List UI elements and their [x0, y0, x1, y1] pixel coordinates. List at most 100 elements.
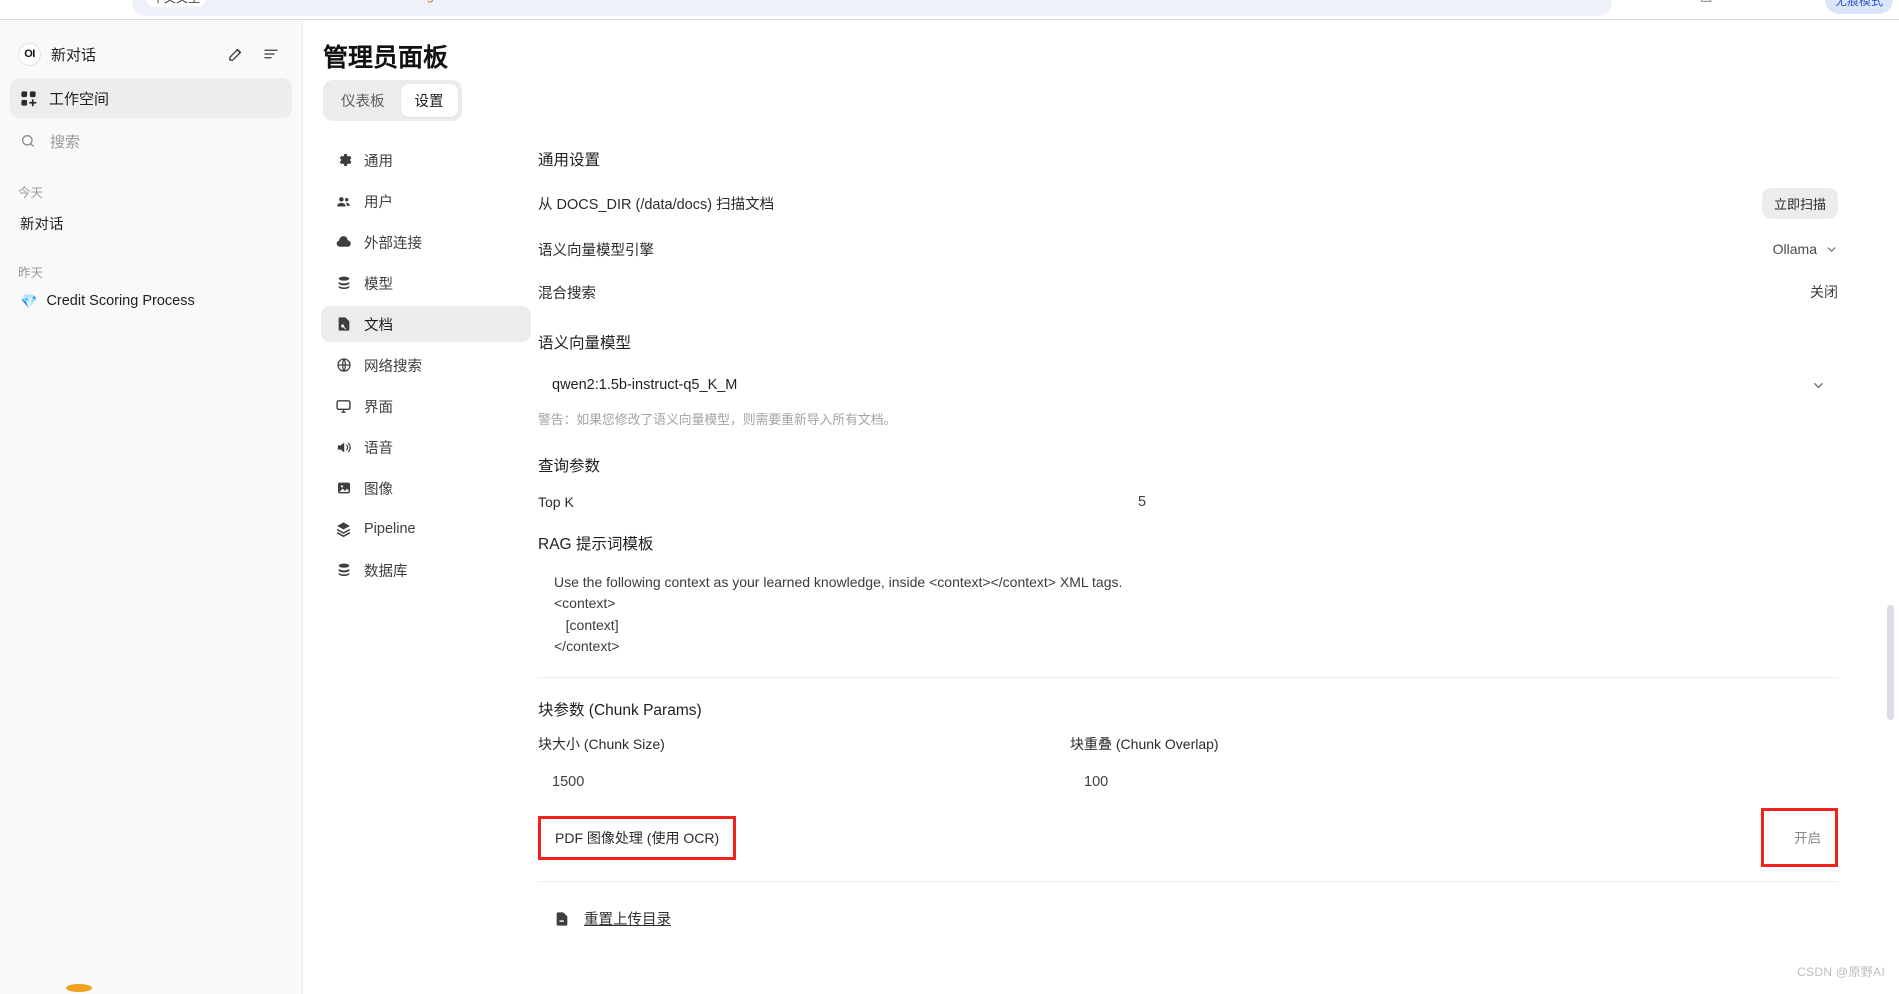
- chunk-size-label: 块大小 (Chunk Size): [538, 736, 665, 753]
- general-settings-heading: 通用设置: [538, 152, 601, 169]
- app-sidebar: OI 新对话 工作空间 搜索 今天 新对话 昨天 💎 Credit Scorin…: [0, 20, 303, 994]
- settings-nav-label: 语音: [364, 440, 393, 457]
- translate-icon[interactable]: ☷: [1600, 0, 1612, 4]
- scan-now-button[interactable]: 立即扫描: [1761, 188, 1838, 219]
- embedding-model-heading: 语义向量模型: [538, 335, 632, 352]
- workspace-grid-icon: [20, 90, 37, 107]
- settings-nav-label: 数据库: [364, 563, 408, 580]
- tab-dashboard[interactable]: 仪表板: [327, 84, 399, 117]
- settings-nav-label: 网络搜索: [364, 358, 422, 375]
- openwebui-logo: OI: [18, 42, 41, 66]
- settings-nav-label: Pipeline: [364, 521, 416, 537]
- scan-docs-label: 从 DOCS_DIR (/data/docs) 扫描文档: [538, 197, 775, 213]
- settings-nav-label: 模型: [364, 276, 393, 293]
- hybrid-search-toggle[interactable]: 关闭: [1810, 282, 1838, 302]
- file-reset-icon: [554, 911, 570, 927]
- star-icon[interactable]: ★: [1640, 0, 1652, 4]
- new-chat-label[interactable]: 新对话: [51, 44, 212, 65]
- chat-group-title-yesterday: 昨天: [18, 266, 44, 280]
- settings-nav-item-websearch[interactable]: 网络搜索: [321, 347, 531, 383]
- settings-nav-item-audio[interactable]: 语音: [321, 429, 531, 465]
- chunk-overlap-label: 块重叠 (Chunk Overlap): [1070, 736, 1219, 753]
- tab-settings[interactable]: 设置: [400, 84, 458, 117]
- chunk-overlap-input[interactable]: 100: [1070, 774, 1602, 790]
- cloud-icon: [335, 234, 352, 251]
- embedding-engine-row: 语义向量模型引擎 Ollama: [538, 236, 1838, 262]
- profile-icon[interactable]: ■: [1740, 0, 1748, 3]
- embedding-engine-label: 语义向量模型引擎: [538, 242, 654, 259]
- browser-toolbar: ‹ › ⟳ 中文文生 192.168.1.113:8080/admin/sett…: [0, 0, 1899, 19]
- sidebar-item-label-workspace: 工作空间: [49, 90, 110, 108]
- chunk-size-col: 块大小 (Chunk Size) 1500: [538, 734, 1070, 790]
- chat-group-title-today: 今天: [18, 186, 44, 200]
- embedding-warning-text: 警告：如果您修改了语义向量模型，则需要重新导入所有文档。: [538, 412, 897, 427]
- chat-item-label: Credit Scoring Process: [46, 293, 195, 309]
- page-title: 管理员面板: [323, 44, 449, 72]
- settings-nav-item-images[interactable]: 图像: [321, 470, 531, 506]
- topk-label: Top K: [538, 494, 574, 510]
- chat-item-label: 新对话: [20, 217, 64, 233]
- settings-nav-item-users[interactable]: 用户: [321, 183, 531, 219]
- settings-nav-label: 通用: [364, 153, 393, 170]
- globe-icon: [335, 357, 352, 373]
- settings-nav-item-pipeline[interactable]: Pipeline: [321, 511, 531, 547]
- query-params-heading: 查询参数: [538, 458, 601, 475]
- settings-nav-item-database[interactable]: 数据库: [321, 552, 531, 588]
- rag-template-heading: RAG 提示词模板: [538, 536, 654, 553]
- database-icon: [335, 275, 352, 291]
- admin-panel: 管理员面板 仪表板 设置 通用 用户 外部连接 模型 文档 网络搜索 界面 语音…: [303, 20, 1899, 994]
- address-bar-url: 192.168.1.113:8080/admin/settings: [232, 0, 441, 3]
- content-scrollbar[interactable]: [1887, 605, 1894, 720]
- settings-nav-item-interface[interactable]: 界面: [321, 388, 531, 424]
- sidebar-item-workspace[interactable]: 工作空间: [10, 78, 292, 118]
- embedding-engine-select[interactable]: Ollama: [1773, 241, 1838, 257]
- documents-settings-panel: 通用设置 从 DOCS_DIR (/data/docs) 扫描文档 立即扫描 语…: [538, 148, 1838, 929]
- gem-icon: 💎: [20, 293, 38, 309]
- search-input[interactable]: 搜索: [10, 122, 292, 160]
- ocr-toggle-highlight: 开启: [1761, 808, 1838, 868]
- topk-value[interactable]: 5: [1138, 494, 1146, 510]
- reload-icon[interactable]: ⟳: [76, 0, 87, 3]
- hybrid-search-label: 混合搜索: [538, 285, 596, 302]
- settings-nav: 通用 用户 外部连接 模型 文档 网络搜索 界面 语音 图像 Pipeline …: [321, 142, 531, 593]
- watermark: CSDN @原野AI: [1797, 965, 1885, 979]
- reset-upload-dir-label: 重置上传目录: [584, 912, 671, 929]
- chat-list-item[interactable]: 新对话: [20, 207, 282, 240]
- search-placeholder: 搜索: [50, 133, 81, 151]
- chevron-down-icon: [1811, 378, 1826, 393]
- chunk-size-input[interactable]: 1500: [538, 774, 1070, 790]
- extensions-icon[interactable]: ▤: [1700, 0, 1712, 4]
- embedding-model-select[interactable]: qwen2:1.5b-instruct-q5_K_M: [538, 371, 1838, 399]
- admin-tabs: 仪表板 设置: [323, 80, 462, 121]
- document-search-icon: [335, 316, 352, 332]
- settings-nav-item-connections[interactable]: 外部连接: [321, 224, 531, 260]
- chunk-params-grid: 块大小 (Chunk Size) 1500 块重叠 (Chunk Overlap…: [538, 734, 1838, 790]
- reset-upload-dir-row[interactable]: 重置上传目录: [538, 908, 1838, 929]
- chunk-overlap-col: 块重叠 (Chunk Overlap) 100: [1070, 734, 1602, 790]
- settings-nav-item-general[interactable]: 通用: [321, 142, 531, 178]
- ocr-toggle[interactable]: 开启: [1794, 831, 1821, 846]
- users-icon: [335, 193, 352, 210]
- collapse-sidebar-icon[interactable]: [258, 41, 284, 67]
- translate-badge[interactable]: 中文文生: [146, 0, 207, 7]
- scan-docs-row: 从 DOCS_DIR (/data/docs) 扫描文档 立即扫描: [538, 188, 1838, 219]
- incognito-badge[interactable]: 无痕模式: [1824, 0, 1893, 14]
- forward-arrow-icon[interactable]: ›: [44, 0, 48, 2]
- chevron-down-icon: [1825, 243, 1838, 256]
- settings-nav-label: 用户: [364, 194, 393, 211]
- settings-nav-label: 图像: [364, 481, 393, 498]
- back-arrow-icon[interactable]: ‹: [12, 0, 16, 2]
- gear-icon: [335, 152, 352, 168]
- rag-template-textarea[interactable]: Use the following context as your learne…: [538, 572, 1838, 679]
- settings-nav-item-documents[interactable]: 文档: [321, 306, 531, 342]
- settings-nav-item-models[interactable]: 模型: [321, 265, 531, 301]
- chat-list-item[interactable]: 💎 Credit Scoring Process: [20, 287, 282, 315]
- new-chat-pencil-icon[interactable]: [222, 41, 248, 67]
- chunk-params-heading: 块参数 (Chunk Params): [538, 702, 702, 720]
- search-icon: [20, 133, 36, 149]
- embedding-engine-value: Ollama: [1772, 241, 1817, 257]
- ocr-label: PDF 图像处理 (使用 OCR): [538, 815, 737, 860]
- settings-nav-label: 界面: [364, 399, 393, 416]
- sidebar-header: OI 新对话: [10, 32, 292, 76]
- ocr-row: PDF 图像处理 (使用 OCR) 开启: [538, 808, 1838, 883]
